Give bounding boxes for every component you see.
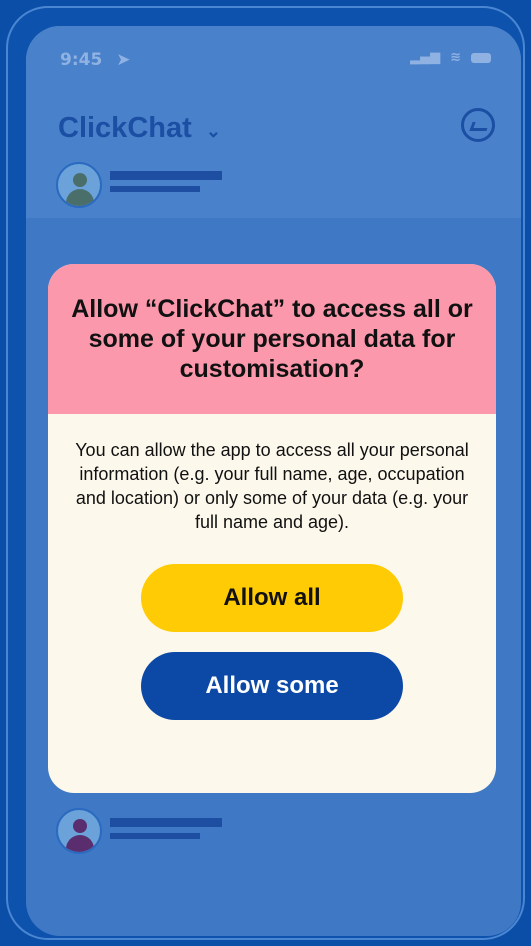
permission-dialog: Allow “ClickChat” to access all or some … [48,264,496,793]
phone-frame: 9:45 ➤ ▂▄▆ ≋ ClickChat ⌄ Allow “ClickCha… [6,6,525,940]
placeholder-text-lines [110,171,222,192]
placeholder-text-lines [110,818,222,839]
dialog-title: Allow “ClickChat” to access all or some … [71,295,473,383]
location-arrow-icon: ➤ [116,50,131,70]
dialog-message: You can allow the app to access all your… [75,440,469,532]
dialog-header: Allow “ClickChat” to access all or some … [48,264,496,414]
signal-icon: ▂▄▆ [410,50,441,65]
status-bar-right: ▂▄▆ ≋ [410,50,491,65]
app-title: ClickChat [58,112,192,144]
app-title-dropdown[interactable]: ClickChat ⌄ [58,112,221,145]
battery-icon [471,52,491,63]
allow-some-button[interactable]: Allow some [141,652,403,720]
avatar[interactable] [56,162,102,208]
wifi-icon: ≋ [450,50,461,65]
allow-all-button[interactable]: Allow all [141,564,403,632]
avatar[interactable] [56,808,102,854]
status-time: 9:45 [60,50,103,70]
dialog-body: You can allow the app to access all your… [48,414,496,720]
status-bar-left: 9:45 ➤ [60,50,130,70]
app-screen: 9:45 ➤ ▂▄▆ ≋ ClickChat ⌄ Allow “ClickCha… [26,26,521,936]
messenger-icon[interactable] [461,108,495,142]
chevron-down-icon: ⌄ [205,121,221,141]
